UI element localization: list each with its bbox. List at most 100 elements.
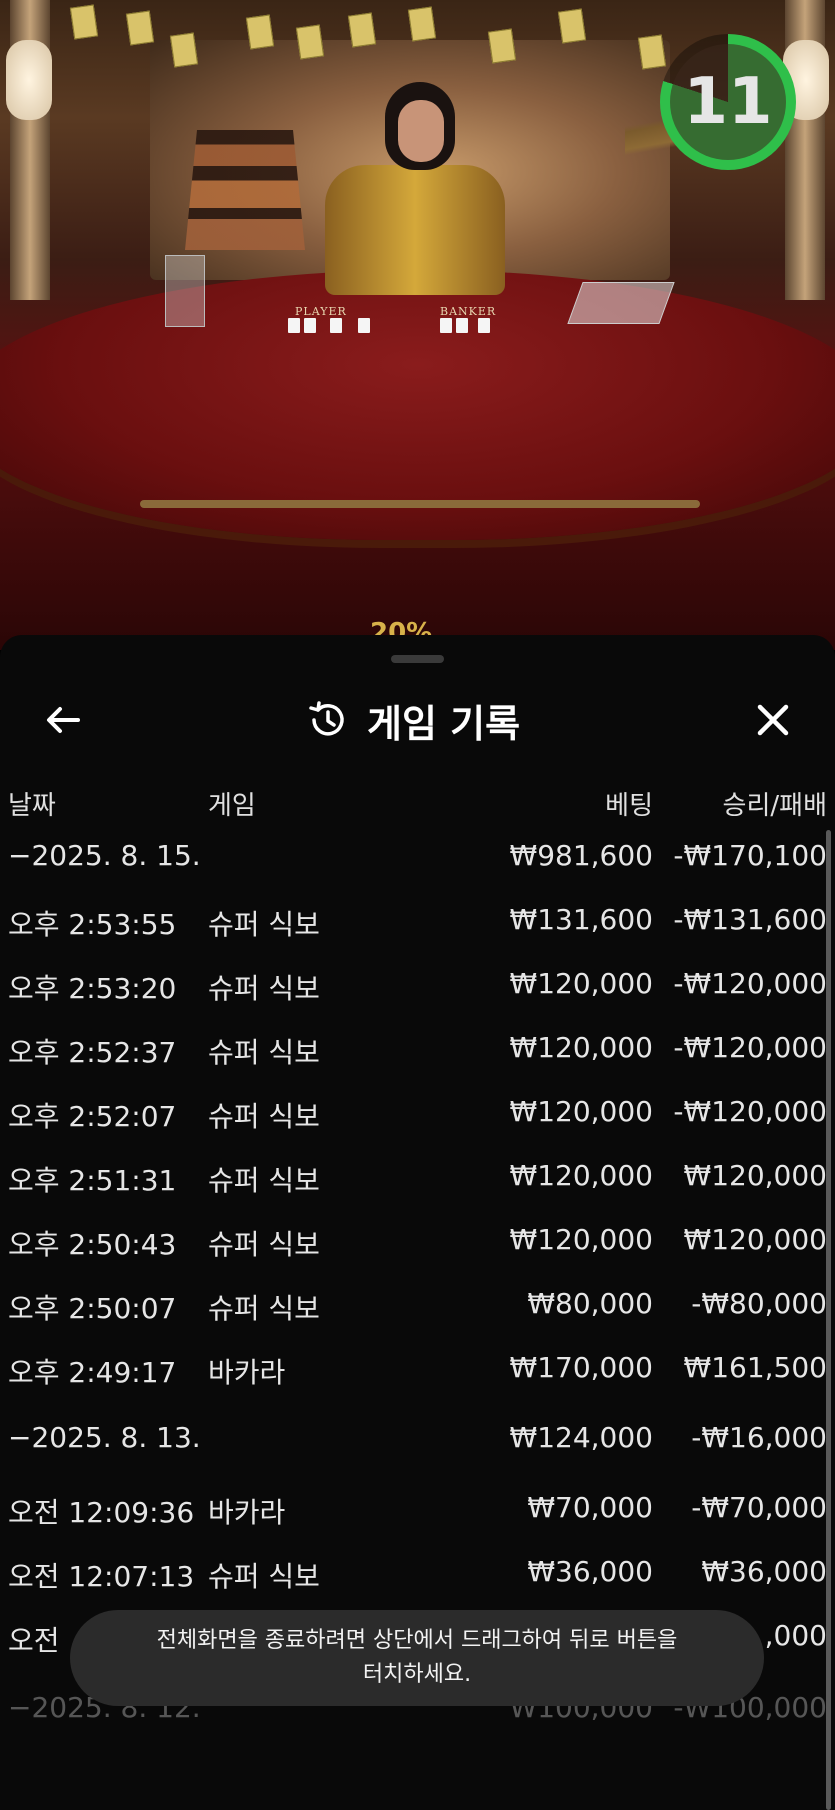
pagoda-decor (185, 130, 305, 250)
date-group-row[interactable]: −2025. 8. 15. ₩981,600 -₩170,100 (0, 825, 835, 889)
row-game: 슈퍼 식보 (208, 1100, 320, 1133)
row-result: ,000 (764, 1619, 827, 1652)
row-result: -₩120,000 (673, 1095, 827, 1128)
toast-line-2: 터치하세요. (362, 1662, 472, 1687)
row-result: -₩120,000 (673, 1031, 827, 1064)
arrow-left-icon (47, 707, 80, 733)
row-result: -₩131,600 (673, 903, 827, 936)
row-game: 슈퍼 식보 (208, 1036, 320, 1069)
sheet-title: 게임 기록 (305, 693, 520, 747)
row-game: 슈퍼 식보 (208, 1292, 320, 1325)
row-date: 오후 2:50:07 (8, 1292, 177, 1325)
row-result: ₩120,000 (683, 1159, 827, 1192)
row-bet: ₩80,000 (527, 1287, 653, 1320)
toast-line-1: 전체화면을 종료하려면 상단에서 드래그하여 뒤로 버튼을 (156, 1628, 678, 1653)
discard-box (165, 255, 205, 327)
decor-card (637, 34, 667, 70)
row-date: 오후 2:52:37 (8, 1036, 177, 1069)
row-date: −2025. 8. 15. (8, 839, 201, 872)
row-result: -₩120,000 (673, 967, 827, 1000)
decor-card (347, 12, 377, 48)
row-date: 오전 (8, 1624, 60, 1657)
scrollbar[interactable] (826, 830, 831, 1810)
row-date: 오전 12:09:36 (8, 1496, 195, 1529)
row-result: -₩16,000 (691, 1421, 827, 1454)
live-video-area: PLAYER BANKER 11 20% (0, 0, 835, 650)
row-game: 슈퍼 식보 (208, 1164, 320, 1197)
banker-card (478, 318, 490, 333)
row-date: 오후 2:53:55 (8, 908, 177, 941)
close-icon (757, 704, 789, 736)
column-header-result: 승리/패배 (722, 791, 827, 821)
row-bet: ₩124,000 (509, 1421, 653, 1454)
row-game: 슈퍼 식보 (208, 1228, 320, 1261)
table-label-player: PLAYER (295, 305, 347, 318)
history-row[interactable]: 오후 2:51:31 슈퍼 식보 ₩120,000 ₩120,000 (0, 1145, 835, 1209)
decor-card (295, 24, 325, 60)
player-card (288, 318, 300, 333)
countdown-timer: 11 (660, 34, 796, 170)
row-date: −2025. 8. 13. (8, 1421, 201, 1454)
row-game: 슈퍼 식보 (208, 1560, 320, 1593)
row-date: 오후 2:53:20 (8, 972, 177, 1005)
history-row[interactable]: 오후 2:50:43 슈퍼 식보 ₩120,000 ₩120,000 (0, 1209, 835, 1273)
row-bet: ₩120,000 (509, 967, 653, 1000)
countdown-value: 11 (683, 65, 773, 139)
row-game: 바카라 (208, 1356, 286, 1389)
decor-card (245, 14, 275, 50)
row-bet: ₩120,000 (509, 1031, 653, 1064)
row-result: ₩36,000 (701, 1555, 827, 1588)
history-row[interactable]: 오전 12:09:36 바카라 ₩70,000 -₩70,000 (0, 1477, 835, 1541)
decor-card (487, 28, 517, 64)
row-game: 슈퍼 식보 (208, 972, 320, 1005)
history-row[interactable]: 오후 2:52:37 슈퍼 식보 ₩120,000 -₩120,000 (0, 1017, 835, 1081)
row-result: -₩80,000 (691, 1287, 827, 1320)
row-date: 오후 2:50:43 (8, 1228, 177, 1261)
player-card (330, 318, 342, 333)
countdown-timer-inner: 11 (670, 44, 786, 160)
date-group-row[interactable]: −2025. 8. 13. ₩124,000 -₩16,000 (0, 1407, 835, 1471)
left-lantern (6, 40, 52, 120)
card-shoe (567, 282, 675, 324)
table-label-banker: BANKER (440, 305, 497, 318)
history-icon (309, 701, 344, 736)
row-bet: ₩120,000 (509, 1095, 653, 1128)
decor-card (69, 4, 99, 40)
row-date: 오후 2:52:07 (8, 1100, 177, 1133)
decor-card (125, 10, 155, 46)
row-date: 오후 2:51:31 (8, 1164, 177, 1197)
decor-card (407, 6, 437, 42)
row-bet: ₩170,000 (509, 1351, 653, 1384)
history-row[interactable]: 오후 2:49:17 바카라 ₩170,000 ₩161,500 (0, 1337, 835, 1401)
player-card (358, 318, 370, 333)
row-bet: ₩120,000 (509, 1159, 653, 1192)
dealer-face (398, 100, 444, 162)
sheet-header: 게임 기록 (0, 675, 835, 765)
fullscreen-toast: 전체화면을 종료하려면 상단에서 드래그하여 뒤로 버튼을 터치하세요. (70, 1610, 764, 1706)
drag-handle[interactable] (391, 655, 444, 663)
player-card (304, 318, 316, 333)
dealer-body (325, 165, 505, 295)
row-bet: ₩131,600 (509, 903, 653, 936)
column-header-bet: 베팅 (605, 791, 653, 821)
close-button[interactable] (748, 695, 798, 745)
row-result: ₩120,000 (683, 1223, 827, 1256)
decor-card (169, 32, 199, 68)
column-header-date: 날짜 (8, 791, 56, 821)
row-bet: ₩70,000 (527, 1491, 653, 1524)
history-row[interactable]: 오후 2:50:07 슈퍼 식보 ₩80,000 -₩80,000 (0, 1273, 835, 1337)
banker-card (456, 318, 468, 333)
row-game: 슈퍼 식보 (208, 908, 320, 941)
back-button[interactable] (38, 695, 88, 745)
banker-card (440, 318, 452, 333)
column-header-game: 게임 (208, 791, 256, 821)
history-row[interactable]: 오후 2:52:07 슈퍼 식보 ₩120,000 -₩120,000 (0, 1081, 835, 1145)
history-row[interactable]: 오후 2:53:55 슈퍼 식보 ₩131,600 -₩131,600 (0, 889, 835, 953)
history-row[interactable]: 오후 2:53:20 슈퍼 식보 ₩120,000 -₩120,000 (0, 953, 835, 1017)
row-result: -₩170,100 (673, 839, 827, 872)
row-result: ₩161,500 (683, 1351, 827, 1384)
row-result: -₩70,000 (691, 1491, 827, 1524)
row-date: 오전 12:07:13 (8, 1560, 195, 1593)
history-row[interactable]: 오전 12:07:13 슈퍼 식보 ₩36,000 ₩36,000 (0, 1541, 835, 1605)
row-bet: ₩981,600 (509, 839, 653, 872)
